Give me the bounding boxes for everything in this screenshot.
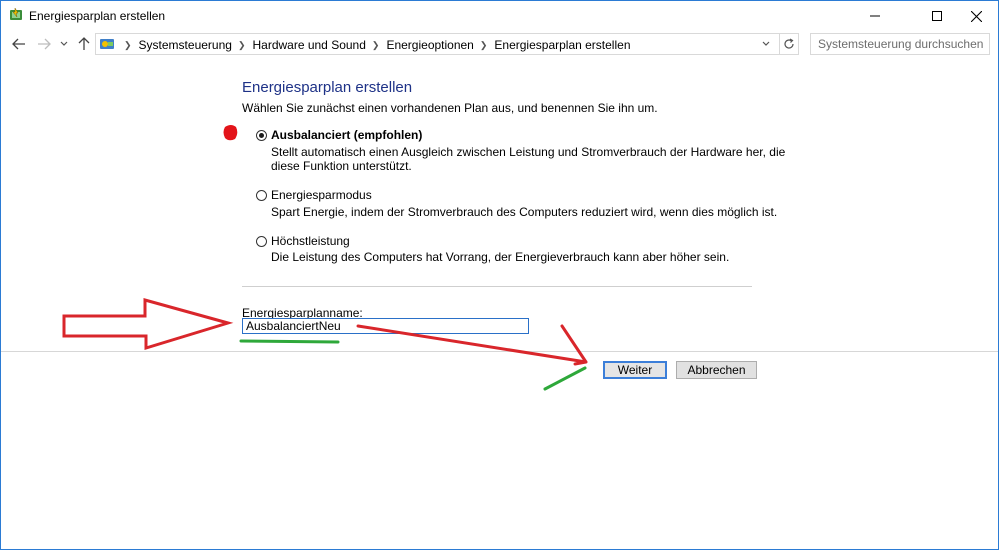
- control-panel-icon: [100, 39, 114, 49]
- radio-label[interactable]: Energiesparmodus: [271, 188, 372, 202]
- address-bar[interactable]: ❯ Systemsteuerung ❯ Hardware und Sound ❯…: [95, 33, 780, 55]
- breadcrumb-item[interactable]: Systemsteuerung: [139, 38, 232, 52]
- recent-locations-button[interactable]: [58, 35, 70, 53]
- breadcrumb-separator-icon[interactable]: ❯: [372, 40, 380, 51]
- breadcrumb-separator-icon[interactable]: ❯: [238, 40, 246, 51]
- plan-description: Die Leistung des Computers hat Vorrang, …: [271, 250, 729, 264]
- close-icon: [970, 10, 982, 22]
- next-button[interactable]: Weiter: [603, 361, 667, 379]
- footer-divider: [1, 351, 998, 352]
- breadcrumb-item[interactable]: Hardware und Sound: [252, 38, 365, 52]
- plan-name-input[interactable]: [242, 318, 529, 334]
- plan-description: Stellt automatisch einen Ausgleich zwisc…: [271, 145, 785, 173]
- radio-button-selected[interactable]: [256, 129, 267, 141]
- breadcrumb-separator-icon: ❯: [124, 39, 132, 50]
- breadcrumb: ❯ Systemsteuerung ❯ Hardware und Sound ❯…: [118, 37, 631, 53]
- breadcrumb-item[interactable]: Energieoptionen: [386, 38, 473, 52]
- plan-description-line: Die Leistung des Computers hat Vorrang, …: [271, 250, 730, 264]
- minimize-button[interactable]: [852, 1, 898, 31]
- breadcrumb-separator-icon[interactable]: ❯: [480, 40, 488, 51]
- plan-description-line: Stellt automatisch einen Ausgleich zwisc…: [271, 145, 786, 159]
- radio-ausbalanciert[interactable]: Ausbalanciert (empfohlen): [256, 128, 422, 142]
- back-button[interactable]: [11, 35, 27, 53]
- search-input[interactable]: Systemsteuerung durchsuchen: [810, 33, 990, 55]
- radio-label[interactable]: Ausbalanciert (empfohlen): [271, 128, 422, 142]
- radio-button[interactable]: [256, 235, 267, 247]
- maximize-icon: [932, 11, 942, 21]
- address-dropdown-button[interactable]: [760, 37, 772, 51]
- cancel-button[interactable]: Abbrechen: [676, 361, 757, 379]
- back-arrow-icon: [12, 38, 25, 50]
- up-button[interactable]: [76, 35, 92, 53]
- search-placeholder: Systemsteuerung durchsuchen: [818, 37, 984, 51]
- close-button[interactable]: [953, 1, 998, 31]
- refresh-icon: [784, 38, 794, 49]
- chevron-down-icon: [60, 41, 68, 46]
- radio-label[interactable]: Höchstleistung: [271, 234, 350, 248]
- control-panel-window: Energiesparplan erstellen ❯ Systemsteuer…: [0, 0, 999, 550]
- minimize-icon: [870, 15, 880, 17]
- forward-arrow-icon: [38, 38, 51, 50]
- navigation-bar: ❯ Systemsteuerung ❯ Hardware und Sound ❯…: [1, 31, 998, 57]
- window-title: Energiesparplan erstellen: [29, 9, 166, 23]
- chevron-down-icon: [762, 41, 770, 46]
- plan-description: Spart Energie, indem der Stromverbrauch …: [271, 205, 777, 219]
- instruction-text: Wählen Sie zunächst einen vorhandenen Pl…: [242, 101, 658, 115]
- radio-hoechstleistung[interactable]: Höchstleistung: [256, 234, 350, 248]
- up-arrow-icon: [78, 37, 90, 50]
- forward-button[interactable]: [36, 35, 52, 53]
- radio-button[interactable]: [256, 189, 267, 201]
- section-divider: [242, 286, 752, 287]
- plan-description-line: Spart Energie, indem der Stromverbrauch …: [271, 205, 778, 219]
- breadcrumb-item[interactable]: Energiesparplan erstellen: [494, 38, 630, 52]
- page-title: Energiesparplan erstellen: [242, 79, 413, 96]
- refresh-button[interactable]: [780, 33, 799, 55]
- radio-energiesparmodus[interactable]: Energiesparmodus: [256, 188, 372, 202]
- power-options-icon: [10, 7, 22, 20]
- plan-description-line: diese Funktion unterstützt.: [271, 159, 412, 173]
- title-bar: Energiesparplan erstellen: [1, 1, 998, 31]
